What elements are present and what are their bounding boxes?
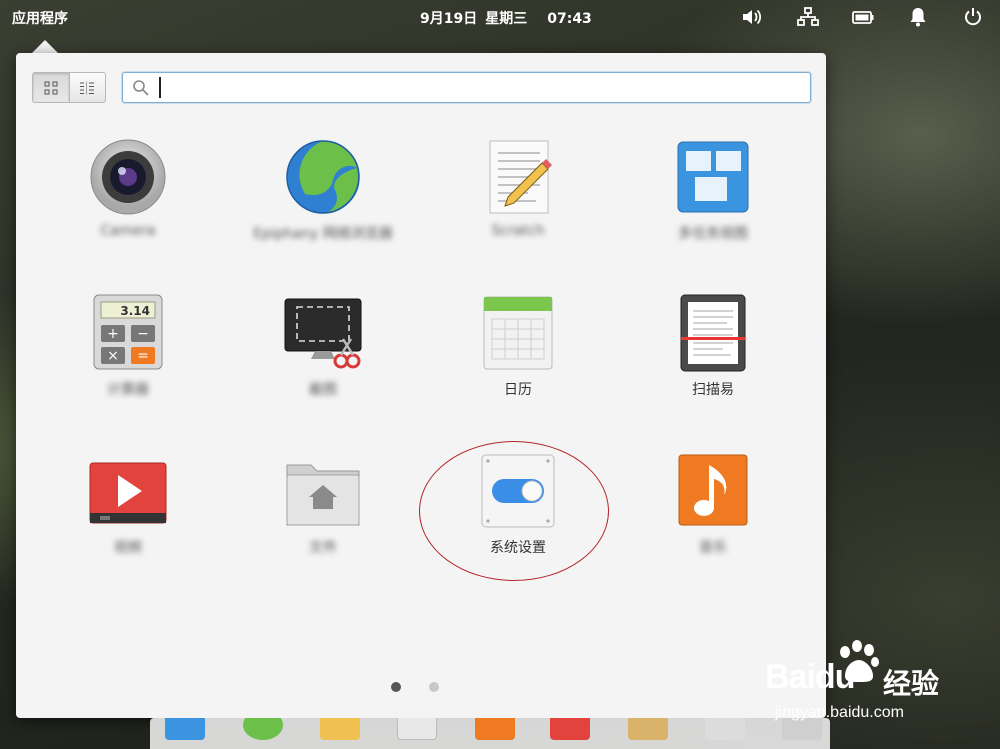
app-scanner[interactable]: 扫描易: [623, 293, 803, 423]
category-view-button[interactable]: [70, 73, 106, 102]
search-box[interactable]: [122, 72, 811, 103]
dock-mail-icon[interactable]: [320, 718, 360, 740]
category-view-icon: [80, 81, 95, 94]
page-dot-1[interactable]: [391, 682, 401, 692]
clock-time: 07:43: [547, 11, 592, 27]
scanner-app-icon: [680, 294, 746, 372]
dock: [150, 718, 830, 749]
svg-text:×: ×: [107, 348, 119, 364]
music-app-icon: [678, 454, 748, 526]
app-videos[interactable]: 视频: [38, 451, 218, 581]
battery-icon[interactable]: [852, 7, 874, 27]
app-label: 视频: [114, 540, 142, 556]
search-icon: [133, 80, 149, 96]
notification-bell-icon[interactable]: [907, 7, 929, 27]
app-label: 截图: [309, 382, 337, 398]
multitasking-view-app-icon: [677, 141, 749, 213]
app-label: Epiphany 网络浏览器: [253, 226, 393, 242]
app-label: 计算器: [107, 382, 149, 398]
dock-calendar-icon[interactable]: [397, 718, 437, 740]
calendar-app-icon: [483, 296, 553, 370]
dock-videos-icon[interactable]: [550, 718, 590, 740]
text-editor-app-icon: [489, 140, 552, 214]
dock-browser-icon[interactable]: [243, 718, 283, 740]
dock-multitasking-icon[interactable]: [165, 718, 205, 740]
view-mode-toggle: [32, 72, 106, 103]
app-label: 文件: [309, 540, 337, 556]
grid-view-icon: [44, 81, 58, 94]
watermark-brand: Baidu: [765, 658, 855, 696]
volume-icon[interactable]: [740, 7, 762, 27]
page-indicator: [391, 682, 439, 692]
clock-weekday: 星期三: [485, 11, 528, 27]
app-multitasking-view[interactable]: 多任务视图: [623, 137, 803, 267]
files-app-icon: [286, 464, 360, 526]
app-text-editor[interactable]: Scratch: [428, 137, 608, 267]
calculator-app-icon: 3.14 + − × =: [93, 294, 163, 370]
svg-text:−: −: [137, 326, 149, 342]
app-music[interactable]: 音乐: [623, 451, 803, 581]
app-label: Scratch: [491, 223, 545, 239]
launcher-pointer: [32, 40, 58, 53]
app-web-browser[interactable]: Epiphany 网络浏览器: [233, 137, 413, 267]
calculator-display: 3.14: [120, 304, 150, 318]
app-label: 多任务视图: [678, 226, 748, 242]
videos-app-icon: [89, 462, 167, 524]
baidu-jingyan-watermark: Baidu 经验 jingyan.baidu.com: [765, 640, 995, 730]
svg-text:=: =: [137, 348, 149, 364]
watermark-product: 经验: [883, 667, 940, 700]
clock[interactable]: 9月19日 星期三 07:43: [420, 8, 600, 28]
app-calculator[interactable]: 3.14 + − × = 计算器: [38, 293, 218, 423]
app-label: 音乐: [699, 540, 727, 556]
page-dot-2[interactable]: [429, 682, 439, 692]
applications-menu-button[interactable]: 应用程序: [12, 8, 68, 28]
dock-settings-icon[interactable]: [705, 718, 745, 740]
applications-launcher: Camera Epiphany 网络浏览器 Scratch 多任务视图 3.14…: [16, 53, 826, 718]
app-camera[interactable]: Camera: [38, 137, 218, 267]
highlight-circle: [419, 441, 609, 581]
grid-view-button[interactable]: [33, 73, 70, 102]
app-label: Camera: [100, 223, 156, 239]
power-icon[interactable]: [962, 7, 984, 27]
clock-date: 9月19日: [420, 11, 478, 27]
network-icon[interactable]: [797, 7, 819, 27]
search-input[interactable]: [159, 77, 799, 98]
app-screenshot[interactable]: 截图: [233, 293, 413, 423]
watermark-url: jingyan.baidu.com: [775, 704, 904, 721]
app-label: 扫描易: [692, 382, 734, 398]
camera-app-icon: [90, 139, 166, 215]
web-browser-app-icon: [286, 140, 360, 214]
screenshot-app-icon: [284, 298, 362, 369]
app-calendar[interactable]: 日历: [428, 293, 608, 423]
app-files[interactable]: 文件: [233, 451, 413, 581]
dock-photos-icon[interactable]: [628, 718, 668, 740]
app-label: 日历: [504, 382, 532, 398]
top-panel: 应用程序 9月19日 星期三 07:43: [0, 0, 1000, 34]
dock-music-icon[interactable]: [475, 718, 515, 740]
svg-text:+: +: [107, 326, 119, 342]
